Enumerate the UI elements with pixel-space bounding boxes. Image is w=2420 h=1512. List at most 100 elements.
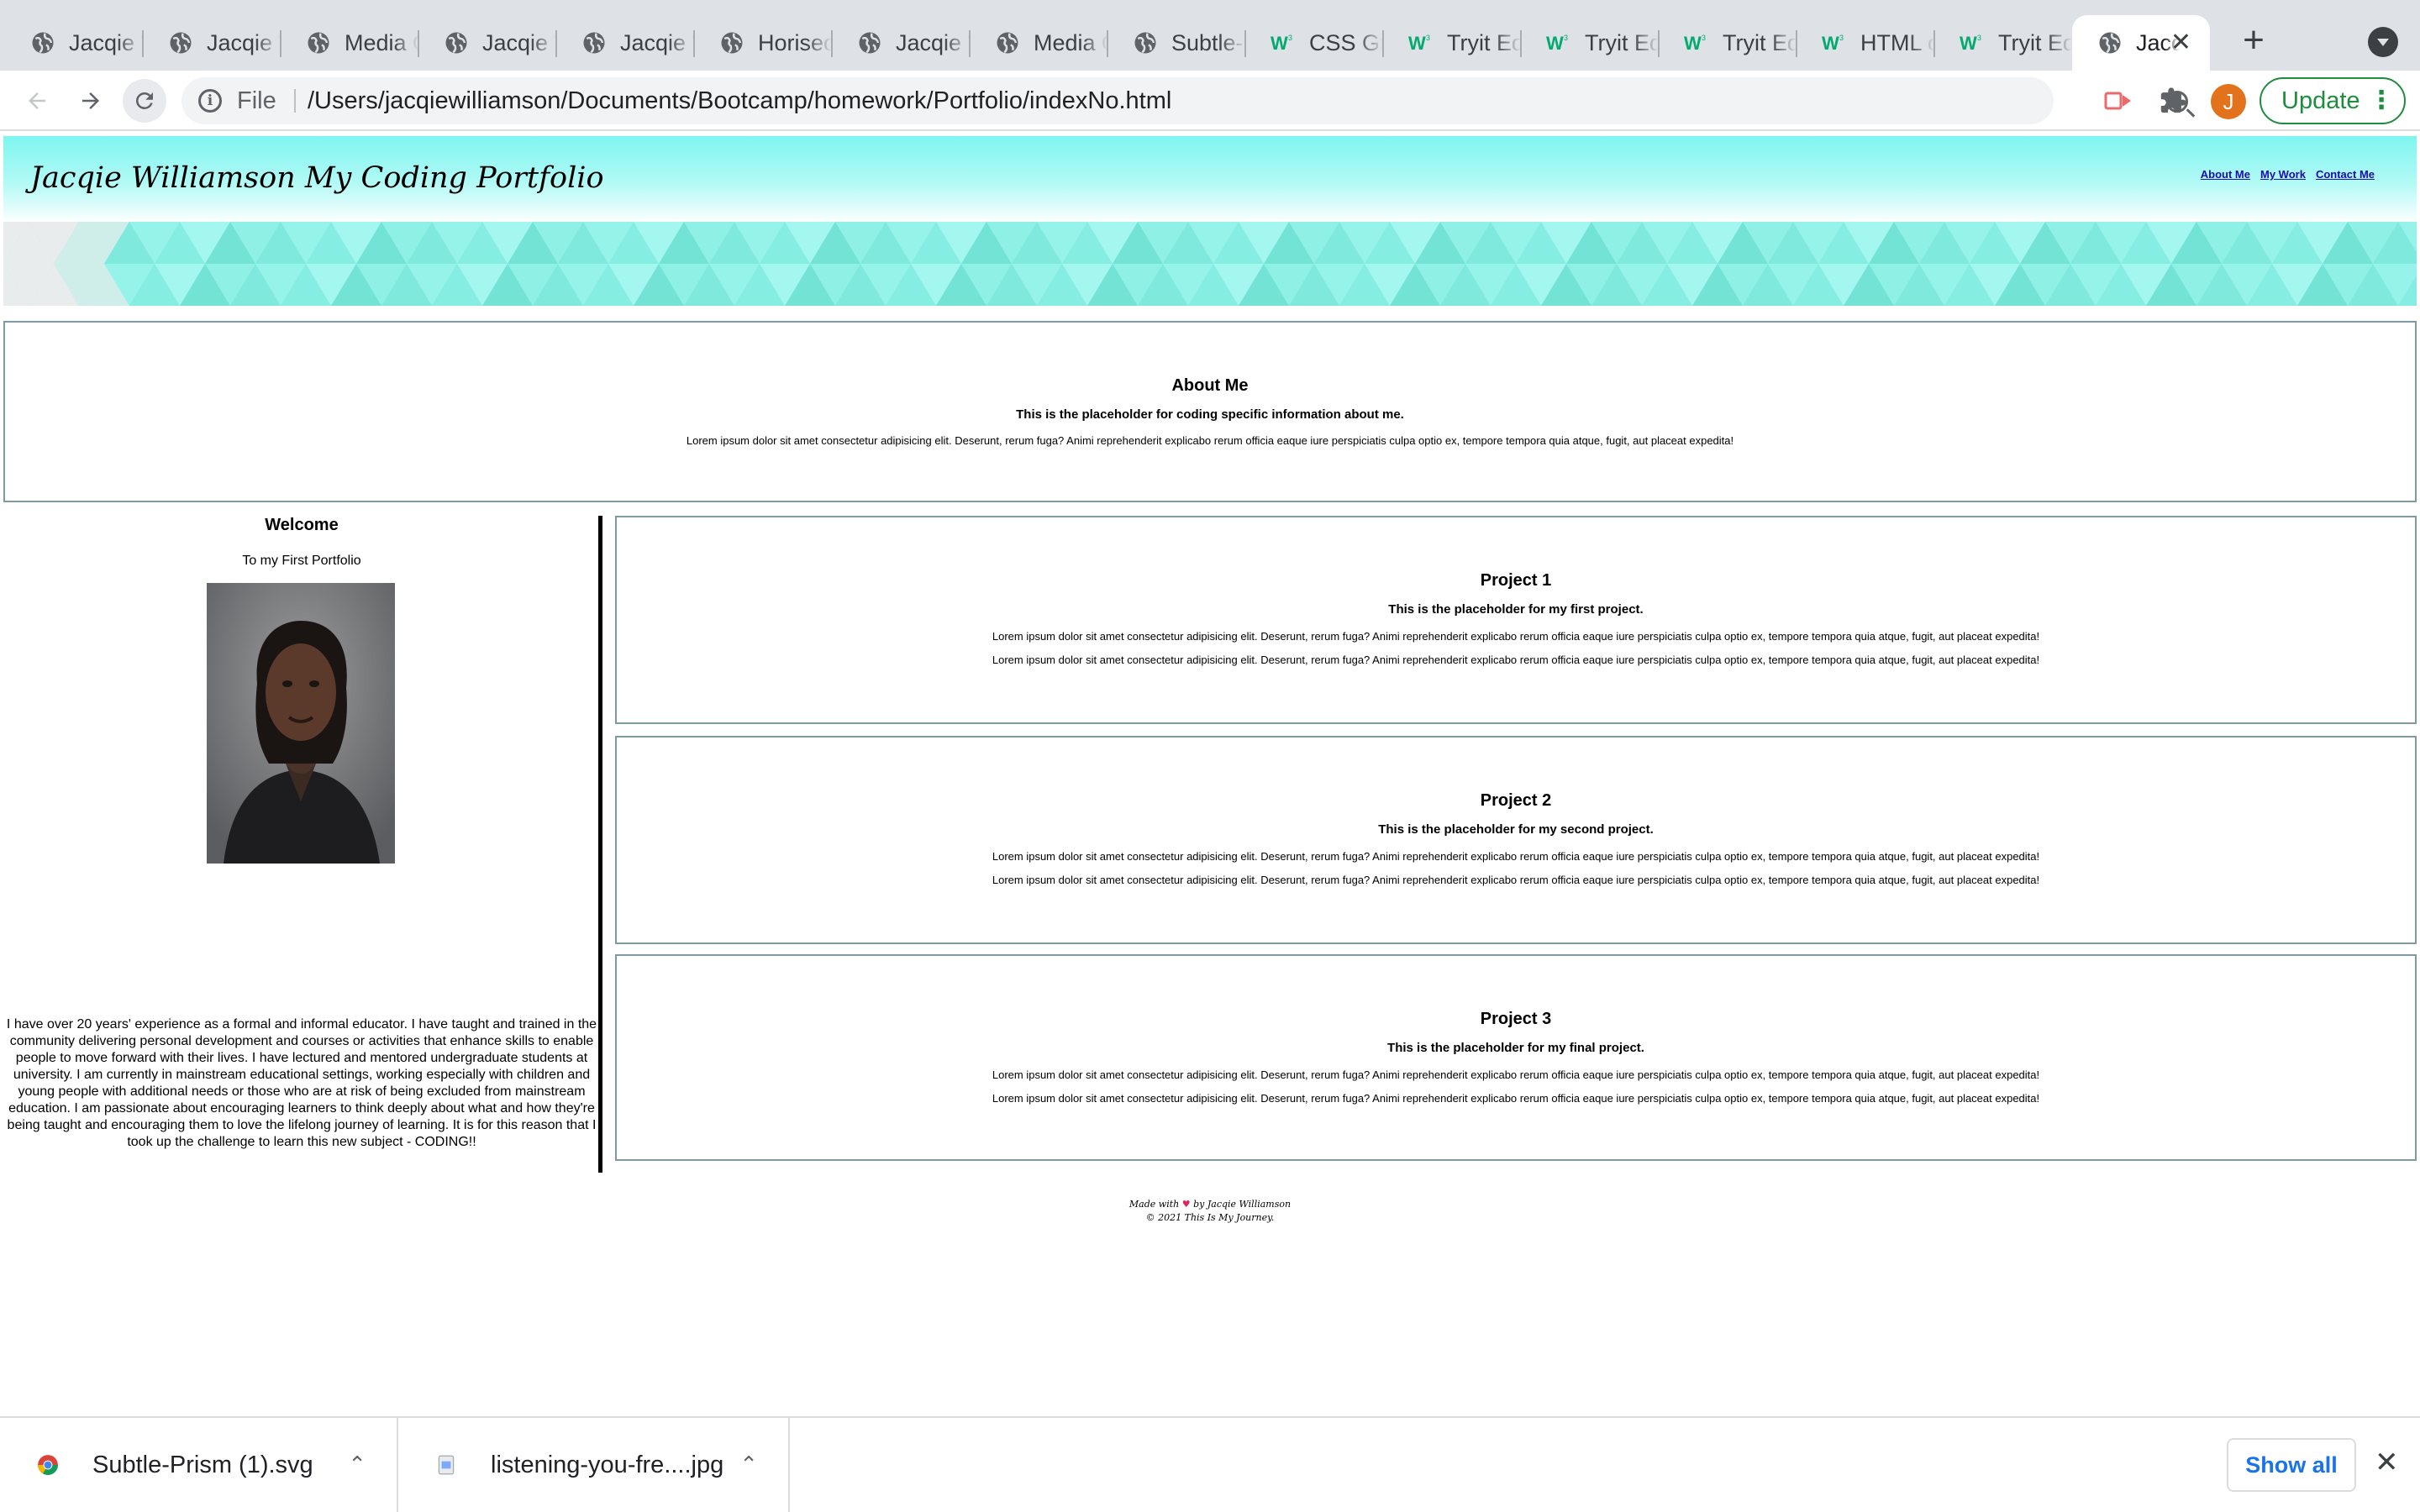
back-arrow-icon [29,92,45,109]
tab-title: Jacqie Williamson [207,29,281,55]
browser-tab[interactable]: Jacqie Williamson✕ [2072,15,2210,71]
kebab-menu-icon[interactable]: ⋮ [2369,79,2394,123]
footer-made-with: Made with ♥ by Jacqie Williamson [0,1198,2420,1211]
browser-tab[interactable]: W3 CSS Grid [1245,15,1383,71]
nav-link-contact-me[interactable]: Contact Me [2316,168,2375,181]
image-file-icon [438,1455,455,1475]
nav-link-my-work[interactable]: My Work [2260,168,2306,181]
globe-icon [30,30,55,55]
download-filename: listening-you-fre....jpg [491,1451,724,1478]
new-tab-button[interactable]: + [2235,22,2272,60]
profile-photo [207,583,395,864]
w3schools-icon: W3 [1684,30,1709,55]
footer-made-suffix: by Jacqie Williamson [1193,1199,1292,1210]
web-page: Jacqie Williamson My Coding Portfolio Ab… [0,133,2420,1416]
project-text: Lorem ipsum dolor sit amet consectetur a… [992,1068,2040,1081]
footer-copyright: © 2021 This Is My Journey. [1145,1212,1275,1223]
browser-tab[interactable]: Jacqie Williamson [143,15,281,71]
tab-close-icon[interactable]: ✕ [2170,30,2191,55]
globe-icon [444,30,469,55]
browser-tab[interactable]: W3 HTML colors [1797,15,1934,71]
browser-tab[interactable]: W3 Tryit Editor [1521,15,1659,71]
svg-text:3: 3 [1977,34,1981,42]
svg-text:3: 3 [1839,34,1844,42]
tab-title: Subtle-Prism [1171,29,1245,55]
forward-arrow-icon [82,92,99,109]
tab-search-icon[interactable] [2368,27,2398,57]
tab-title: Tryit Editor [1585,29,1659,55]
tab-title: Tryit Editor [1998,29,2072,55]
reload-icon [135,92,153,109]
globe-icon [1133,30,1158,55]
nav-link-about-me[interactable]: About Me [2201,168,2250,181]
site-nav: About Me My Work Contact Me [2201,168,2375,181]
svg-text:3: 3 [1426,34,1430,42]
globe-icon [857,30,882,55]
project-card: Project 3 This is the placeholder for my… [615,954,2417,1161]
reload-button[interactable] [123,79,166,123]
address-bar[interactable]: i File /Users/jacqiewilliamson/Documents… [182,77,2247,124]
project-text: Lorem ipsum dolor sit amet consectetur a… [992,850,2040,863]
browser-tab[interactable]: W3 Tryit Editor [1659,15,1797,71]
forward-button[interactable] [69,79,113,123]
extensions-puzzle-icon[interactable] [2154,82,2191,119]
close-icon[interactable]: ✕ [2375,1448,2399,1477]
browser-tab[interactable]: W3 Tryit Editor [1934,15,2072,71]
tab-title: CSS Grid [1309,29,1383,55]
svg-text:3: 3 [1702,34,1706,42]
chevron-up-icon[interactable]: ⌃ [348,1452,366,1478]
project-text: Lorem ipsum dolor sit amet consectetur a… [992,874,2040,886]
bio-text: I have over 20 years' experience as a fo… [6,1017,597,1149]
download-item[interactable]: listening-you-fre....jpg ⌃ [398,1418,790,1512]
globe-icon [306,30,331,55]
browser-tab[interactable]: Jacqie Williamson [418,15,556,71]
downloads-bar: Subtle-Prism (1).svg ⌃ listening-you-fre… [0,1416,2420,1512]
footer-made-prefix: Made with [1128,1199,1180,1210]
browser-tab[interactable]: Horiseon [694,15,832,71]
url-text[interactable]: /Users/jacqiewilliamson/Documents/Bootca… [308,87,1171,115]
back-button[interactable] [15,79,59,123]
project-heading: Project 2 [1480,791,1552,810]
browser-tab[interactable]: W3 Tryit Editor [1383,15,1521,71]
tab-title: Jacqie Williamson [69,29,143,55]
heart-icon: ♥ [1181,1199,1191,1210]
download-item[interactable]: Subtle-Prism (1).svg ⌃ [0,1418,398,1512]
svg-text:W: W [1960,33,1977,53]
profile-avatar[interactable]: J [2211,84,2246,119]
tab-title: Jacqie Williamson [620,29,694,55]
svg-text:W: W [1546,33,1564,53]
svg-text:W: W [1684,33,1702,53]
cast-extension-icon[interactable] [2101,82,2138,119]
browser-tab[interactable]: Jacqie Williamson [832,15,970,71]
browser-tab[interactable]: Media Queries [281,15,418,71]
browser-tab[interactable]: Subtle-Prism [1107,15,1245,71]
site-title: Jacqie Williamson My Coding Portfolio [30,161,604,195]
project-text: Lorem ipsum dolor sit amet consectetur a… [992,1092,2040,1105]
project-heading: Project 3 [1480,1010,1552,1028]
update-label: Update [2281,87,2360,114]
w3schools-icon: W3 [1546,30,1571,55]
tab-title: Jacqie Williamson [896,29,970,55]
site-header: Jacqie Williamson My Coding Portfolio Ab… [3,136,2417,223]
welcome-subheading: To my First Portfolio [242,554,361,568]
tab-title: Tryit Editor [1723,29,1797,55]
browser-tab[interactable]: Media Queries [970,15,1107,71]
browser-tab[interactable]: Jacqie Williamson [5,15,143,71]
tab-title: Media Queries [1034,29,1107,55]
url-scheme: File [237,87,276,114]
project-heading: Project 1 [1480,571,1552,590]
chevron-up-icon[interactable]: ⌃ [739,1452,758,1478]
svg-text:3: 3 [1288,34,1292,42]
svg-text:W: W [1408,33,1426,53]
tab-title: Horiseon [758,29,832,55]
about-subheading: This is the placeholder for coding speci… [1016,407,1404,422]
tab-strip: Jacqie Williamson Jacqie Williamson Media … [0,0,2420,71]
site-info-icon[interactable]: i [198,89,222,113]
prism-pattern [3,222,2417,306]
show-all-button[interactable]: Show all [2227,1438,2356,1492]
globe-icon [581,30,607,55]
browser-tab[interactable]: Jacqie Williamson [556,15,694,71]
tab-title: Media Queries [345,29,418,55]
update-button[interactable]: Update ⋮ [2260,77,2406,124]
w3schools-icon: W3 [1408,30,1434,55]
